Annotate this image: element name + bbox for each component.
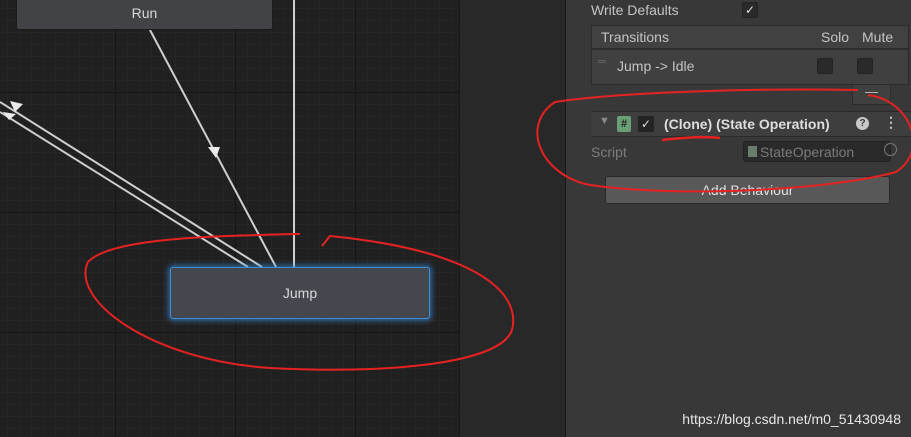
foldout-arrow-icon[interactable]: ▼ [599, 115, 610, 127]
inspector-panel: Write Defaults ✓ Transitions Solo Mute ═… [566, 0, 911, 437]
panel-divider [459, 0, 566, 437]
csharp-script-icon: # [617, 116, 631, 132]
write-defaults-checkbox[interactable]: ✓ [742, 2, 758, 18]
state-node-jump[interactable]: Jump [170, 267, 430, 319]
transition-item[interactable]: ═ Jump -> Idle [592, 50, 908, 84]
mute-column-header: Mute [862, 29, 894, 45]
transition-lines [0, 0, 295, 268]
write-defaults-label: Write Defaults [591, 2, 679, 18]
drag-handle-icon[interactable]: ═ [598, 56, 606, 68]
transitions-title: Transitions [601, 29, 669, 45]
transitions-header: Transitions Solo Mute [591, 25, 909, 49]
remove-transition-label: — [865, 84, 878, 99]
help-icon[interactable]: ? [856, 117, 869, 130]
watermark-text: https://blog.csdn.net/m0_51430948 [682, 411, 901, 427]
remove-transition-button[interactable]: — [852, 85, 891, 105]
state-node-label: Jump [282, 285, 318, 301]
animator-graph[interactable]: Run Jump [0, 0, 459, 437]
solo-column-header: Solo [821, 29, 850, 45]
script-object-field[interactable]: StateOperation [743, 141, 891, 162]
component-enabled-checkbox[interactable]: ✓ [638, 116, 654, 132]
object-picker-icon[interactable] [884, 143, 897, 156]
transitions-list: ═ Jump -> Idle [591, 49, 909, 85]
component-header[interactable]: ▼ # ✓ (Clone) (State Operation) ? ⋮ [591, 111, 911, 137]
add-behaviour-label: Add Behaviour [701, 182, 794, 198]
write-defaults-row: Write Defaults [591, 0, 679, 20]
transition-solo-checkbox[interactable] [817, 58, 833, 74]
add-behaviour-button[interactable]: Add Behaviour [605, 176, 890, 204]
script-row: Script [591, 143, 627, 161]
state-node-run[interactable]: Run [16, 0, 273, 30]
transition-item-label: Jump -> Idle [617, 58, 695, 74]
component-title: (Clone) (State Operation) [664, 116, 830, 132]
script-file-icon [748, 146, 757, 157]
script-value: StateOperation [760, 143, 855, 160]
more-options-icon[interactable]: ⋮ [884, 114, 898, 131]
script-label: Script [591, 144, 627, 160]
transition-mute-checkbox[interactable] [857, 58, 873, 74]
transition-line[interactable] [0, 101, 263, 268]
state-node-label: Run [131, 5, 158, 21]
transition-line[interactable] [0, 111, 249, 268]
